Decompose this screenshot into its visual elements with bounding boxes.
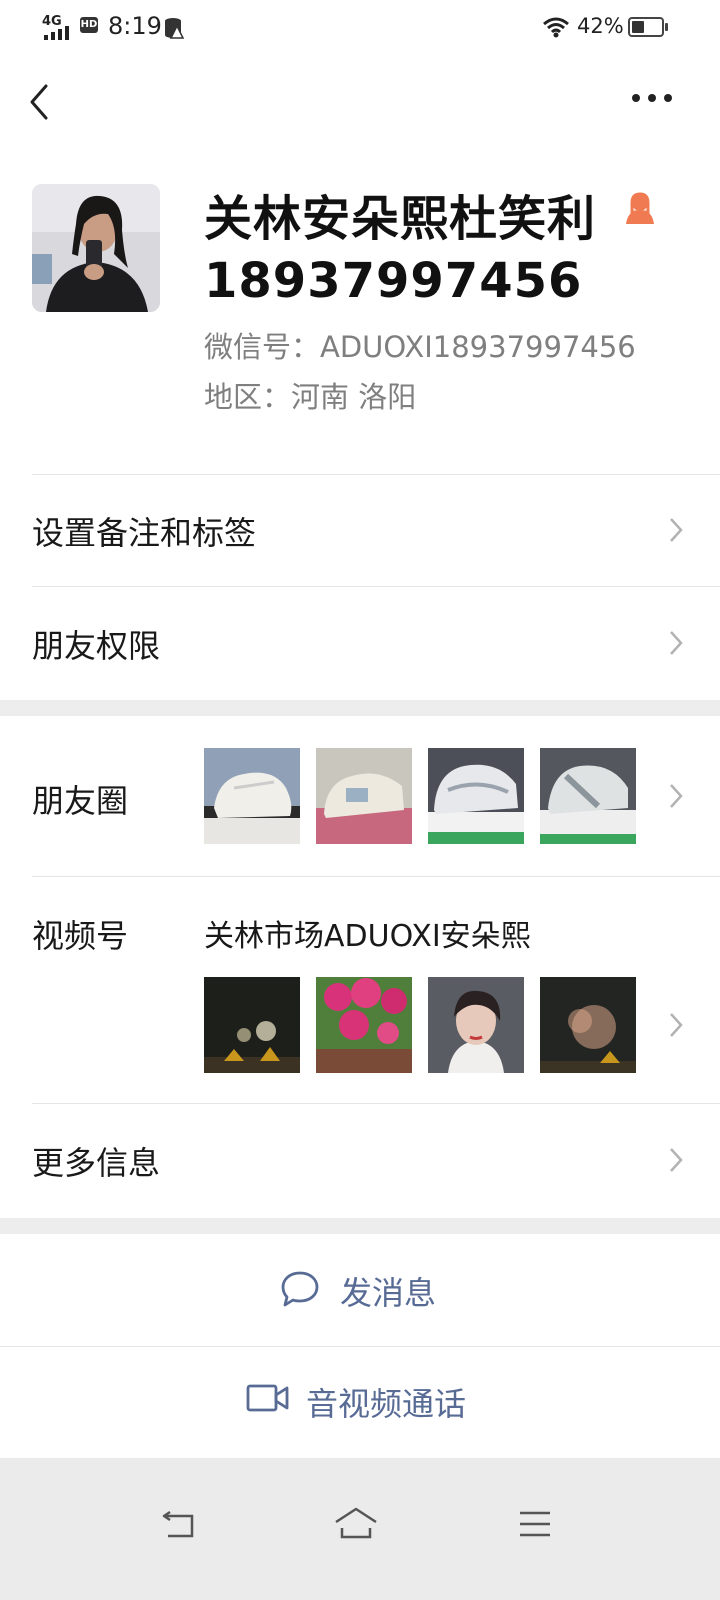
channels-thumb xyxy=(204,977,300,1073)
female-icon xyxy=(625,192,654,224)
moments-thumb xyxy=(428,748,524,844)
channels-thumb xyxy=(428,977,524,1073)
moments-thumb xyxy=(204,748,300,844)
system-nav-bar xyxy=(0,1458,720,1600)
nav-bar xyxy=(0,56,720,156)
send-message-label: 发消息 xyxy=(340,1274,437,1312)
channels-row[interactable]: 视频号 关林市场ADUOXI安朵熙 xyxy=(0,877,720,1103)
back-icon[interactable] xyxy=(26,82,54,122)
remark-tags-label: 设置备注和标签 xyxy=(32,514,257,552)
back-nav-icon[interactable] xyxy=(160,1508,196,1540)
send-message-button[interactable]: 发消息 xyxy=(0,1234,720,1346)
remark-tags-row[interactable]: 设置备注和标签 xyxy=(0,474,720,586)
friend-permissions-row[interactable]: 朋友权限 xyxy=(0,587,720,700)
battery-fill xyxy=(632,21,644,33)
channels-thumb xyxy=(316,977,412,1073)
moments-label: 朋友圈 xyxy=(32,782,129,820)
moments-thumb xyxy=(540,748,636,844)
chevron-right-icon xyxy=(670,1148,683,1172)
avatar-photo xyxy=(32,184,160,312)
channels-label: 视频号 xyxy=(32,917,129,955)
battery-tip xyxy=(665,23,668,31)
profile-header: 关林安朵熙杜笑利 18937997456 微信号：ADUOXI189379974… xyxy=(0,156,720,474)
video-call-button[interactable]: 音视频通话 xyxy=(0,1347,720,1458)
friend-permissions-label: 朋友权限 xyxy=(32,627,161,665)
chevron-right-icon xyxy=(670,518,683,542)
name-line-2: 18937997456 xyxy=(204,253,583,309)
chevron-right-icon xyxy=(670,784,683,808)
profile-name: 关林安朵熙杜笑利 18937997456 xyxy=(204,188,656,312)
moments-row[interactable]: 朋友圈 xyxy=(0,716,720,876)
settings-group: 设置备注和标签 朋友权限 xyxy=(0,474,720,700)
wechat-id: 微信号：ADUOXI18937997456 xyxy=(204,330,636,364)
chevron-right-icon xyxy=(670,1013,683,1037)
chat-bubble-icon xyxy=(281,1271,319,1307)
home-nav-icon[interactable] xyxy=(334,1506,378,1540)
more-info-label: 更多信息 xyxy=(32,1144,161,1182)
status-bar: 4G HD 8:19 42% xyxy=(0,0,720,56)
signal-icon xyxy=(44,26,69,40)
battery-percent: 42% xyxy=(577,14,624,38)
region: 地区：河南 洛阳 xyxy=(204,380,417,414)
moments-thumb xyxy=(316,748,412,844)
more-info-row[interactable]: 更多信息 xyxy=(0,1104,720,1218)
avatar[interactable] xyxy=(32,184,160,312)
data-saver-icon xyxy=(165,18,185,39)
menu-nav-icon[interactable] xyxy=(518,1510,552,1538)
hd-badge: HD xyxy=(80,17,98,33)
wifi-icon xyxy=(543,17,569,38)
chevron-right-icon xyxy=(670,631,683,655)
video-camera-icon xyxy=(246,1384,289,1412)
name-line-1: 关林安朵熙杜笑利 xyxy=(204,191,597,247)
status-time: 8:19 xyxy=(108,12,162,40)
content-group: 朋友圈 视频号 关林市场ADUOXI安朵熙 更多信息 xyxy=(0,716,720,1218)
video-call-label: 音视频通话 xyxy=(306,1385,467,1423)
more-dots-icon[interactable] xyxy=(630,92,674,104)
battery-icon xyxy=(628,17,664,37)
channels-thumb xyxy=(540,977,636,1073)
channels-name: 关林市场ADUOXI安朵熙 xyxy=(204,919,531,954)
